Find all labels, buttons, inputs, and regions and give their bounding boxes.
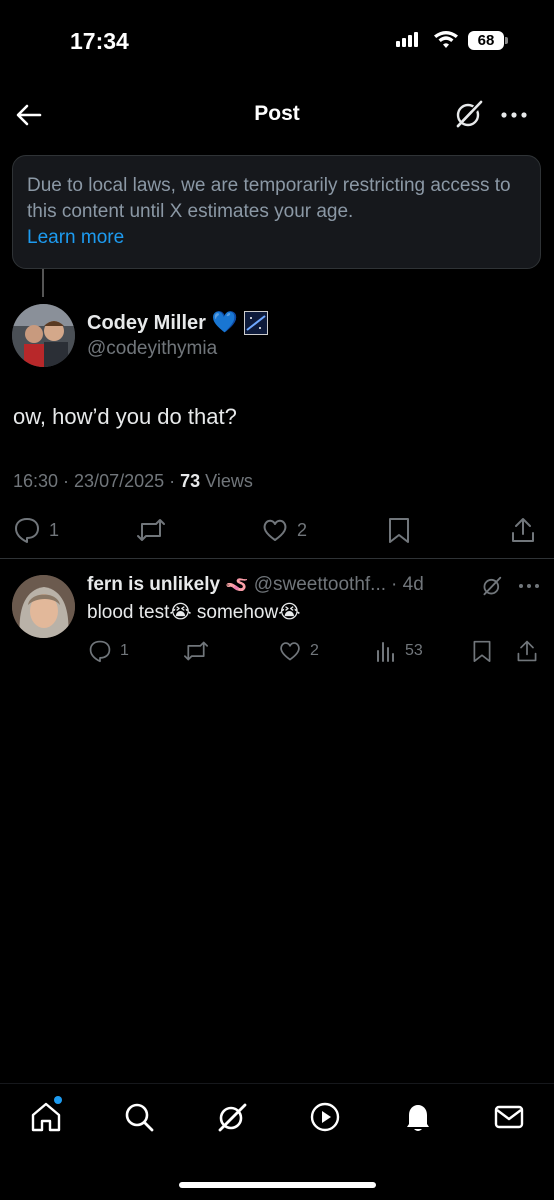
views-count: 53	[405, 642, 423, 659]
reply-button[interactable]: 1	[13, 516, 59, 544]
repost-button[interactable]	[136, 516, 166, 544]
author-name-text: Codey Miller	[87, 311, 206, 334]
more-options-icon[interactable]	[516, 575, 542, 597]
reply-author-handle[interactable]: @sweettoothf...	[254, 574, 386, 596]
messages-icon[interactable]	[492, 1100, 526, 1134]
worm-emoji: 🪱	[225, 575, 249, 596]
repost-button[interactable]	[183, 639, 209, 663]
post-author-name[interactable]: Codey Miller 💙	[87, 311, 269, 335]
starry-flag-icon	[244, 311, 269, 335]
share-button[interactable]	[515, 639, 539, 663]
wifi-icon	[434, 31, 458, 48]
like-button[interactable]: 2	[261, 516, 307, 544]
search-icon[interactable]	[122, 1100, 156, 1134]
analytics-icon	[377, 642, 394, 662]
views-button[interactable]: 53	[375, 639, 423, 663]
post-text: ow, how’d you do that?	[13, 404, 237, 429]
age-restriction-notice: Due to local laws, we are temporarily re…	[12, 155, 541, 269]
reply-header: fern is unlikely 🪱 @sweettoothf... · 4d	[87, 573, 424, 597]
home-indicator	[179, 1182, 376, 1188]
bookmark-icon	[389, 518, 409, 543]
like-count: 2	[310, 642, 319, 659]
bottom-nav	[0, 1083, 554, 1200]
heart-icon	[263, 519, 287, 541]
top-bar: Post	[0, 90, 554, 140]
post-author-handle[interactable]: @codeyithymia	[87, 338, 217, 360]
notification-dot	[54, 1096, 62, 1104]
status-time: 17:34	[70, 28, 129, 54]
post-action-bar: 1 2	[0, 512, 554, 548]
share-icon	[517, 640, 537, 662]
post-timestamp: 16:30 · 23/07/2025 ·	[13, 471, 181, 491]
grok-icon[interactable]	[453, 98, 485, 130]
post-meta: 16:30 · 23/07/2025 · 73 Views	[13, 471, 253, 492]
share-icon	[512, 518, 534, 542]
reply-action-bar: 1 2 53	[0, 638, 554, 664]
divider	[0, 558, 554, 559]
reply-icon	[89, 640, 111, 663]
repost-icon	[137, 519, 165, 541]
home-icon[interactable]	[29, 1100, 63, 1134]
reply-text: blood test😭 somehow😭	[87, 602, 301, 623]
share-button[interactable]	[509, 516, 537, 544]
avatar[interactable]	[12, 304, 75, 367]
learn-more-link[interactable]: Learn more	[27, 225, 526, 251]
bookmark-button[interactable]	[471, 639, 493, 663]
heart-icon	[280, 642, 300, 661]
bookmark-button[interactable]	[386, 516, 412, 544]
reply-avatar[interactable]	[12, 575, 75, 638]
reply-count: 1	[49, 519, 60, 540]
reply-author-name[interactable]: fern is unlikely	[87, 574, 220, 596]
like-count: 2	[297, 519, 308, 540]
signal-icon	[396, 32, 418, 47]
reply-icon	[15, 518, 39, 543]
more-options-icon[interactable]	[498, 100, 530, 130]
views-label: Views	[200, 471, 253, 491]
reply-count: 1	[120, 642, 129, 659]
notifications-bell-icon[interactable]	[401, 1100, 435, 1134]
repost-icon	[184, 641, 208, 661]
video-icon[interactable]	[308, 1100, 342, 1134]
reply-time[interactable]: · 4d	[391, 574, 424, 596]
notice-text: Due to local laws, we are temporarily re…	[27, 175, 511, 222]
reply-button[interactable]: 1	[88, 639, 129, 663]
status-bar: 17:34 68	[0, 0, 554, 80]
battery-icon: 68	[468, 31, 508, 50]
views-count[interactable]: 73	[180, 471, 200, 491]
grok-icon[interactable]	[215, 1100, 249, 1134]
like-button[interactable]: 2	[278, 639, 319, 663]
bookmark-icon	[473, 640, 491, 662]
thread-connector	[42, 269, 44, 297]
grok-icon[interactable]	[481, 575, 503, 597]
blue-heart-emoji: 💙	[211, 311, 239, 334]
